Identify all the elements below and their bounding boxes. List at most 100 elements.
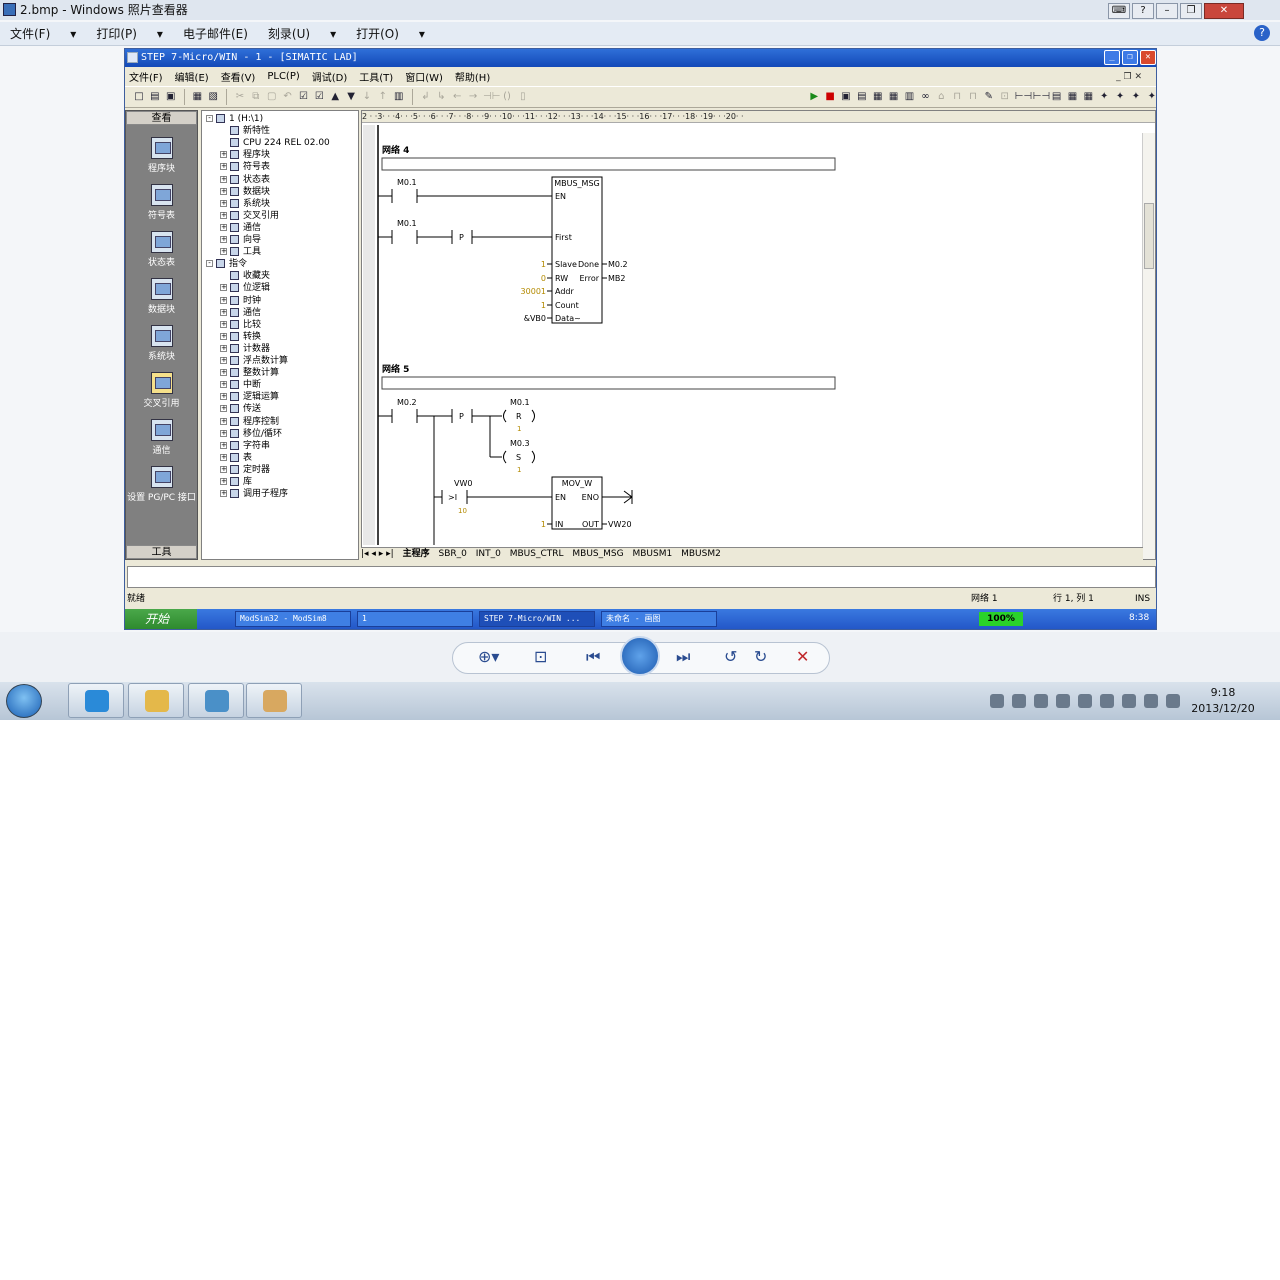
tree-item[interactable]: + 逻辑运算 xyxy=(220,391,279,403)
fit-window-icon[interactable]: ⊡ xyxy=(534,647,547,666)
tree-item[interactable]: + 浮点数计算 xyxy=(220,355,288,367)
expand-icon[interactable]: + xyxy=(220,236,227,243)
zoom-icon[interactable]: ⊕▾ xyxy=(478,647,499,666)
restore-button[interactable]: ❐ xyxy=(1180,3,1202,19)
arrow-right-icon[interactable]: → xyxy=(467,90,479,104)
menu-print[interactable]: 打印(P) xyxy=(96,25,137,42)
tool-icon[interactable]: ✦ xyxy=(1146,90,1156,104)
taskbar-item-paint[interactable]: 未命名 - 画图 xyxy=(601,611,717,627)
undo-icon[interactable]: ↶ xyxy=(282,90,294,104)
tree-item[interactable]: + 交叉引用 xyxy=(220,210,279,222)
expand-icon[interactable]: + xyxy=(220,332,227,340)
table-icon[interactable]: ▦ xyxy=(872,90,884,104)
param-addr-value[interactable]: 30001 xyxy=(521,287,546,296)
compile-all-icon[interactable]: ☑ xyxy=(313,90,325,104)
ladder-tool-icon[interactable]: ↲ xyxy=(420,90,432,104)
output-done-value[interactable]: M0.2 xyxy=(608,260,628,269)
tree-item[interactable]: + 程序控制 xyxy=(220,416,279,428)
expand-icon[interactable]: + xyxy=(220,344,227,352)
delete-icon[interactable]: ✕ xyxy=(796,647,809,666)
expand-icon[interactable]: + xyxy=(220,199,227,207)
monitor-icon[interactable]: ▣ xyxy=(840,90,852,104)
tray-app-icon[interactable] xyxy=(1078,694,1092,708)
taskbar-item-folder[interactable]: 1 xyxy=(357,611,473,627)
tree-item[interactable]: + 状态表 xyxy=(220,174,270,186)
menu-debug[interactable]: 调试(D) xyxy=(312,69,348,84)
tool-icon[interactable]: ✦ xyxy=(1130,90,1142,104)
menu-view[interactable]: 查看(V) xyxy=(221,69,256,84)
upload-icon[interactable]: ▲ xyxy=(329,90,341,104)
param-count-value[interactable]: 1 xyxy=(541,301,546,310)
lock-icon[interactable]: ⊓ xyxy=(951,90,963,104)
tree-item[interactable]: + 时钟 xyxy=(220,295,261,307)
expand-icon[interactable]: + xyxy=(220,490,227,498)
volume-icon[interactable] xyxy=(1166,694,1180,708)
contact-io-icon[interactable]: ⊢⊣ xyxy=(1033,90,1050,104)
tab-mbusm2[interactable]: MBUSM2 xyxy=(681,549,721,559)
windows-start-icon[interactable] xyxy=(6,684,42,718)
compile-icon[interactable]: ☑ xyxy=(298,90,310,104)
box-icon[interactable]: ▯ xyxy=(517,90,529,104)
tree-item[interactable]: 收藏夹 xyxy=(220,270,270,282)
nav-footer-tools[interactable]: 工具 xyxy=(126,545,197,559)
maximize-button[interactable]: ❐ xyxy=(1122,50,1138,65)
ladder-editor[interactable]: 2 · ·3· · ·4· · ·5· · ·6· · ·7· · ·8· · … xyxy=(361,110,1156,560)
expand-icon[interactable]: + xyxy=(220,405,227,413)
tab-mbus-ctrl[interactable]: MBUS_CTRL xyxy=(510,549,564,559)
menu-file[interactable]: 文件(F) xyxy=(10,25,50,42)
close-button[interactable]: ✕ xyxy=(1204,3,1244,19)
new-icon[interactable]: □ xyxy=(133,90,145,104)
expand-icon[interactable]: + xyxy=(220,357,227,364)
expand-icon[interactable]: + xyxy=(220,369,227,377)
expand-icon[interactable]: + xyxy=(220,248,227,256)
tree-item[interactable]: + 整数计算 xyxy=(220,367,279,379)
expand-icon[interactable]: + xyxy=(220,417,227,425)
network-5-comment[interactable] xyxy=(381,376,836,390)
status-icon[interactable]: ▤ xyxy=(856,90,868,104)
expand-icon[interactable]: + xyxy=(220,223,227,231)
download-icon[interactable]: ▼ xyxy=(345,90,357,104)
open-icon[interactable]: ▤ xyxy=(149,90,161,104)
tree-item[interactable]: - 1 (H:\1) xyxy=(206,113,263,125)
copy-icon[interactable]: ⧉ xyxy=(250,90,262,104)
menu-file[interactable]: 文件(F) xyxy=(129,69,163,84)
tree-item[interactable]: + 库 xyxy=(220,476,252,488)
tree-item[interactable]: + 比较 xyxy=(220,319,261,331)
tray-app-icon[interactable] xyxy=(1100,694,1114,708)
tree-item[interactable]: 新特性 xyxy=(220,125,270,137)
expand-icon[interactable]: + xyxy=(220,284,227,292)
tree-item[interactable]: CPU 224 REL 02.00 xyxy=(220,137,330,149)
tree-item[interactable]: + 移位/循环 xyxy=(220,428,282,440)
expand-icon[interactable]: + xyxy=(220,478,227,485)
tree-item[interactable]: + 转换 xyxy=(220,331,261,343)
expand-icon[interactable]: + xyxy=(220,187,227,195)
network-monitor-icon[interactable] xyxy=(1034,694,1048,708)
child-window-controls[interactable]: _ ❐ ✕ xyxy=(1116,72,1142,82)
tab-mbusm1[interactable]: MBUSM1 xyxy=(632,549,672,559)
expand-icon[interactable]: + xyxy=(220,211,227,219)
expand-icon[interactable]: + xyxy=(220,453,227,461)
start-button[interactable]: 开始 xyxy=(125,609,197,629)
nav-item-symbol-table[interactable]: 符号表 xyxy=(126,184,197,221)
tree-item[interactable]: + 通信 xyxy=(220,307,261,319)
expand-icon[interactable]: + xyxy=(220,296,227,304)
system-clock[interactable]: 9:18 2013/12/20 xyxy=(1188,685,1258,717)
print-icon[interactable]: ▦ xyxy=(191,90,203,104)
rotate-left-icon[interactable]: ↺ xyxy=(724,647,737,666)
expand-icon[interactable]: + xyxy=(220,393,227,401)
out-value[interactable]: VW20 xyxy=(608,520,632,529)
lock-icon[interactable]: ⊓ xyxy=(967,90,979,104)
battery-icon[interactable] xyxy=(1122,694,1136,708)
network-5-rung[interactable]: M0.2 P M0.1 R 1 M0.3 S 1 VW0 >I 10 xyxy=(378,398,552,545)
tree-item[interactable]: + 表 xyxy=(220,452,252,464)
in-value[interactable]: 1 xyxy=(541,520,546,529)
minimize-button[interactable]: _ xyxy=(1104,50,1120,65)
tree-item[interactable]: + 字符串 xyxy=(220,440,270,452)
tray-app-icon[interactable] xyxy=(1056,694,1070,708)
nav-item-communication[interactable]: 通信 xyxy=(126,419,197,456)
rotate-right-icon[interactable]: ↻ xyxy=(754,647,767,666)
tab-main[interactable]: 主程序 xyxy=(403,549,430,559)
slideshow-icon[interactable] xyxy=(620,636,660,676)
coil-icon[interactable]: () xyxy=(501,90,513,104)
param-data-value[interactable]: &VB0 xyxy=(524,314,546,323)
